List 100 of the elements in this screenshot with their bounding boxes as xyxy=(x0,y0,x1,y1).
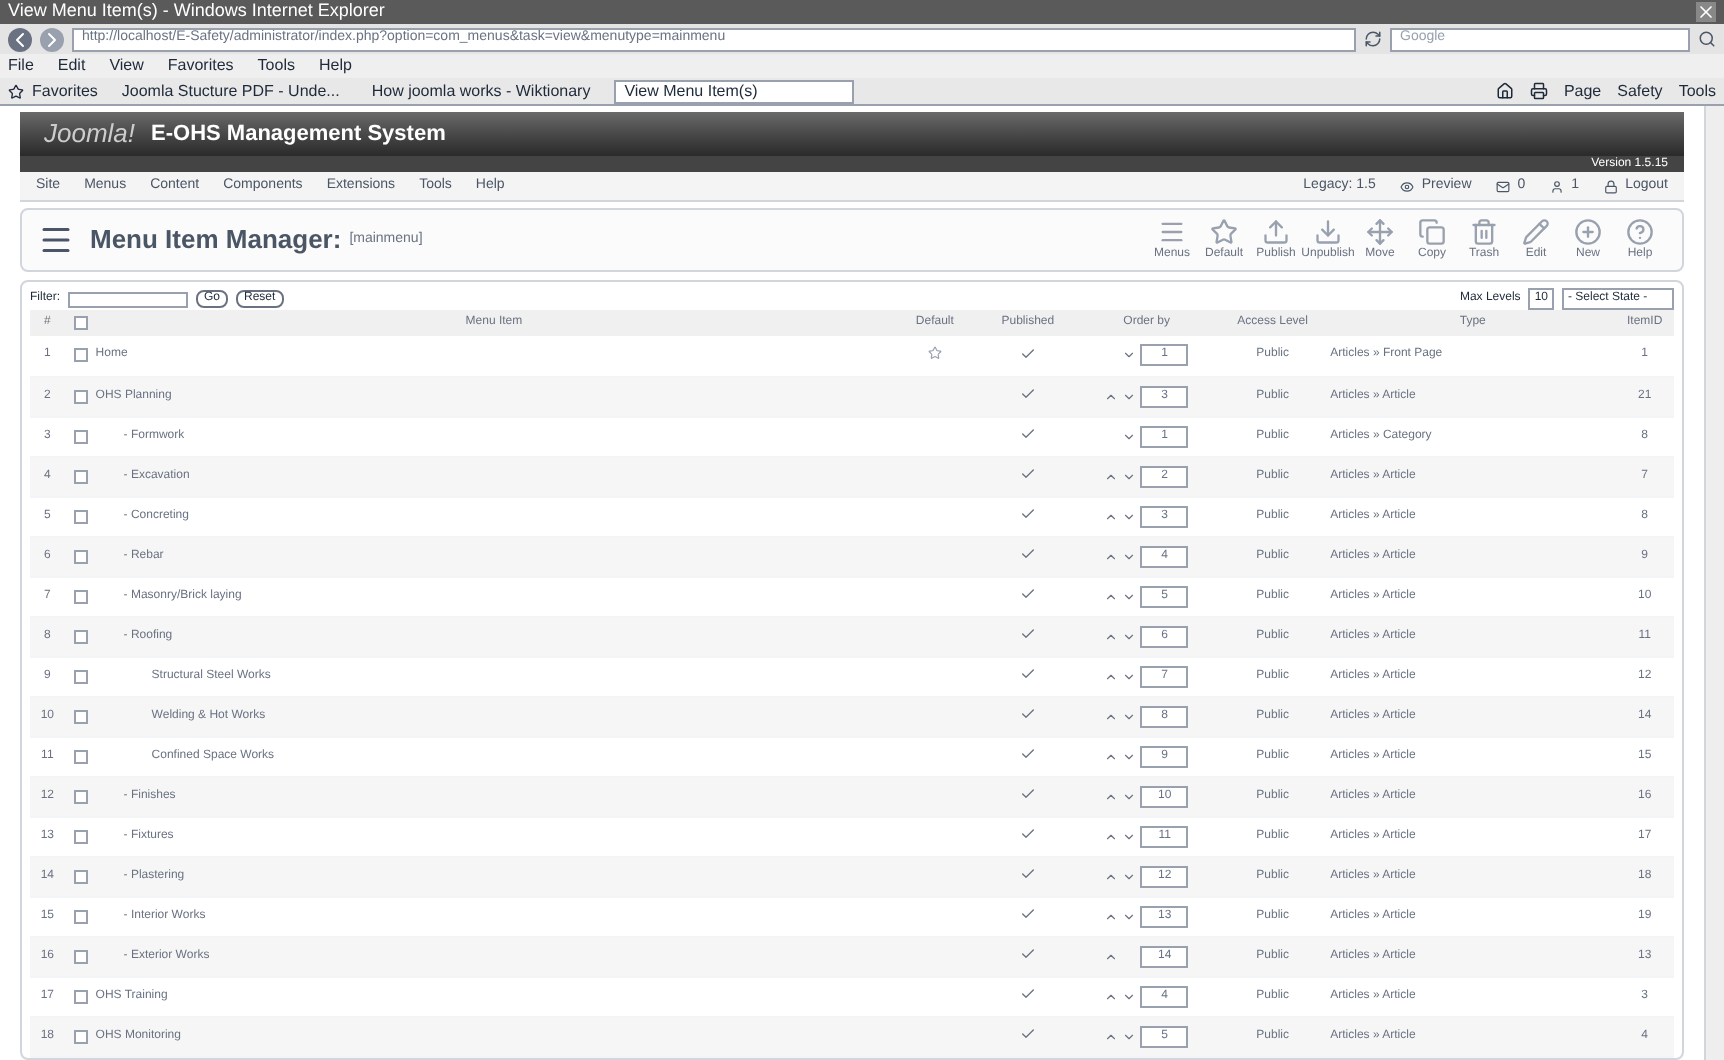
move-up-icon[interactable] xyxy=(1104,589,1119,603)
move-up-icon[interactable] xyxy=(1104,989,1119,1003)
row-checkbox[interactable] xyxy=(73,469,88,483)
forward-icon[interactable] xyxy=(40,27,64,51)
published-check-icon[interactable] xyxy=(1019,746,1036,763)
mail-icon[interactable] xyxy=(1495,179,1510,193)
move-up-icon[interactable] xyxy=(1104,1029,1119,1043)
row-checkbox[interactable] xyxy=(73,949,88,963)
command-menu[interactable]: Page xyxy=(1563,79,1602,103)
published-check-icon[interactable] xyxy=(1019,906,1036,923)
browser-tab[interactable]: Joomla Stucture PDF - Unde... xyxy=(113,79,348,103)
published-check-icon[interactable] xyxy=(1019,626,1036,643)
eye-icon[interactable] xyxy=(1399,179,1414,193)
move-up-icon[interactable] xyxy=(1104,389,1119,403)
back-icon[interactable] xyxy=(8,27,32,51)
move-down-icon[interactable] xyxy=(1122,709,1137,723)
move-up-icon[interactable] xyxy=(1104,869,1119,883)
move-down-icon[interactable] xyxy=(1122,429,1137,443)
published-check-icon[interactable] xyxy=(1019,786,1036,803)
select-all-checkbox[interactable] xyxy=(73,316,88,330)
published-check-icon[interactable] xyxy=(1019,586,1036,603)
menu-manager-icon xyxy=(38,222,74,258)
move-up-icon[interactable] xyxy=(1104,749,1119,763)
move-up-icon[interactable] xyxy=(1104,709,1119,723)
row-checkbox[interactable] xyxy=(73,348,88,363)
published-check-icon[interactable] xyxy=(1019,826,1036,843)
browser-tab[interactable]: View Menu Item(s) xyxy=(614,79,855,103)
row-checkbox[interactable] xyxy=(73,589,88,603)
move-down-icon[interactable] xyxy=(1122,549,1137,563)
move-up-icon[interactable] xyxy=(1104,789,1119,803)
move-down-icon[interactable] xyxy=(1122,589,1137,603)
filter-field[interactable] xyxy=(68,291,188,307)
published-check-icon[interactable] xyxy=(1019,466,1036,483)
row-checkbox[interactable] xyxy=(73,669,88,683)
move-up-icon[interactable] xyxy=(1104,629,1119,643)
move-up-icon[interactable] xyxy=(1104,909,1119,923)
move-down-icon[interactable] xyxy=(1122,829,1137,843)
published-check-icon[interactable] xyxy=(1019,946,1036,963)
move-down-icon[interactable] xyxy=(1122,1029,1137,1043)
row-checkbox[interactable] xyxy=(73,989,88,1003)
user-icon[interactable] xyxy=(1549,179,1564,193)
star-icon[interactable] xyxy=(8,83,24,99)
move-down-icon[interactable] xyxy=(1122,789,1137,803)
menu-item[interactable]: Edit xyxy=(57,54,86,78)
move-down-icon[interactable] xyxy=(1122,869,1137,883)
row-checkbox[interactable] xyxy=(73,429,88,443)
home-icon[interactable] xyxy=(1495,82,1514,100)
row-checkbox[interactable] xyxy=(73,549,88,563)
row-checkbox[interactable] xyxy=(73,869,88,883)
menu-item[interactable]: Tools xyxy=(257,54,295,78)
search-icon[interactable] xyxy=(1698,30,1716,48)
published-check-icon[interactable] xyxy=(1019,666,1036,683)
row-checkbox[interactable] xyxy=(73,829,88,843)
published-check-icon[interactable] xyxy=(1019,386,1036,403)
printer-icon[interactable] xyxy=(1529,82,1548,100)
published-check-icon[interactable] xyxy=(1019,706,1036,723)
published-check-icon[interactable] xyxy=(1019,866,1036,883)
move-down-icon[interactable] xyxy=(1122,909,1137,923)
row-checkbox[interactable] xyxy=(73,749,88,763)
move-down-icon[interactable] xyxy=(1122,389,1137,403)
row-checkbox[interactable] xyxy=(73,909,88,923)
command-menu[interactable]: Tools xyxy=(1678,79,1716,103)
published-check-icon[interactable] xyxy=(1019,426,1036,443)
published-check-icon[interactable] xyxy=(1019,1026,1036,1043)
move-down-icon[interactable] xyxy=(1122,669,1137,683)
move-down-icon[interactable] xyxy=(1122,348,1137,363)
row-checkbox[interactable] xyxy=(73,509,88,523)
published-check-icon[interactable] xyxy=(1019,986,1036,1003)
published-check-icon[interactable] xyxy=(1019,546,1036,563)
move-up-icon[interactable] xyxy=(1104,949,1119,963)
menu-item[interactable]: File xyxy=(8,54,34,78)
move-down-icon[interactable] xyxy=(1122,509,1137,523)
command-menu[interactable]: Safety xyxy=(1617,79,1663,103)
move-down-icon[interactable] xyxy=(1122,989,1137,1003)
move-icon xyxy=(1366,217,1394,245)
row-checkbox[interactable] xyxy=(73,629,88,643)
lock-icon[interactable] xyxy=(1603,179,1618,193)
menu-item[interactable]: Help xyxy=(318,54,352,78)
move-up-icon[interactable] xyxy=(1104,469,1119,483)
row-checkbox[interactable] xyxy=(73,789,88,803)
row-checkbox[interactable] xyxy=(73,389,88,403)
favorites-button[interactable]: Favorites xyxy=(32,79,98,103)
refresh-icon[interactable] xyxy=(1364,30,1382,48)
move-up-icon[interactable] xyxy=(1104,549,1119,563)
row-checkbox[interactable] xyxy=(73,709,88,723)
default-star-icon[interactable] xyxy=(927,346,942,361)
menu-item[interactable]: Favorites xyxy=(167,54,234,78)
move-down-icon[interactable] xyxy=(1122,749,1137,763)
published-check-icon[interactable] xyxy=(1019,345,1036,362)
row-checkbox[interactable] xyxy=(73,1029,88,1043)
browser-tab[interactable]: How joomla works - Wiktionary xyxy=(363,79,599,103)
move-up-icon[interactable] xyxy=(1104,509,1119,523)
published-check-icon[interactable] xyxy=(1019,506,1036,523)
move-down-icon[interactable] xyxy=(1122,629,1137,643)
star-icon xyxy=(1210,217,1238,245)
move-up-icon[interactable] xyxy=(1104,669,1119,683)
move-up-icon[interactable] xyxy=(1104,829,1119,843)
close-icon[interactable] xyxy=(1696,2,1716,22)
move-down-icon[interactable] xyxy=(1122,469,1137,483)
menu-item[interactable]: View xyxy=(109,54,144,78)
